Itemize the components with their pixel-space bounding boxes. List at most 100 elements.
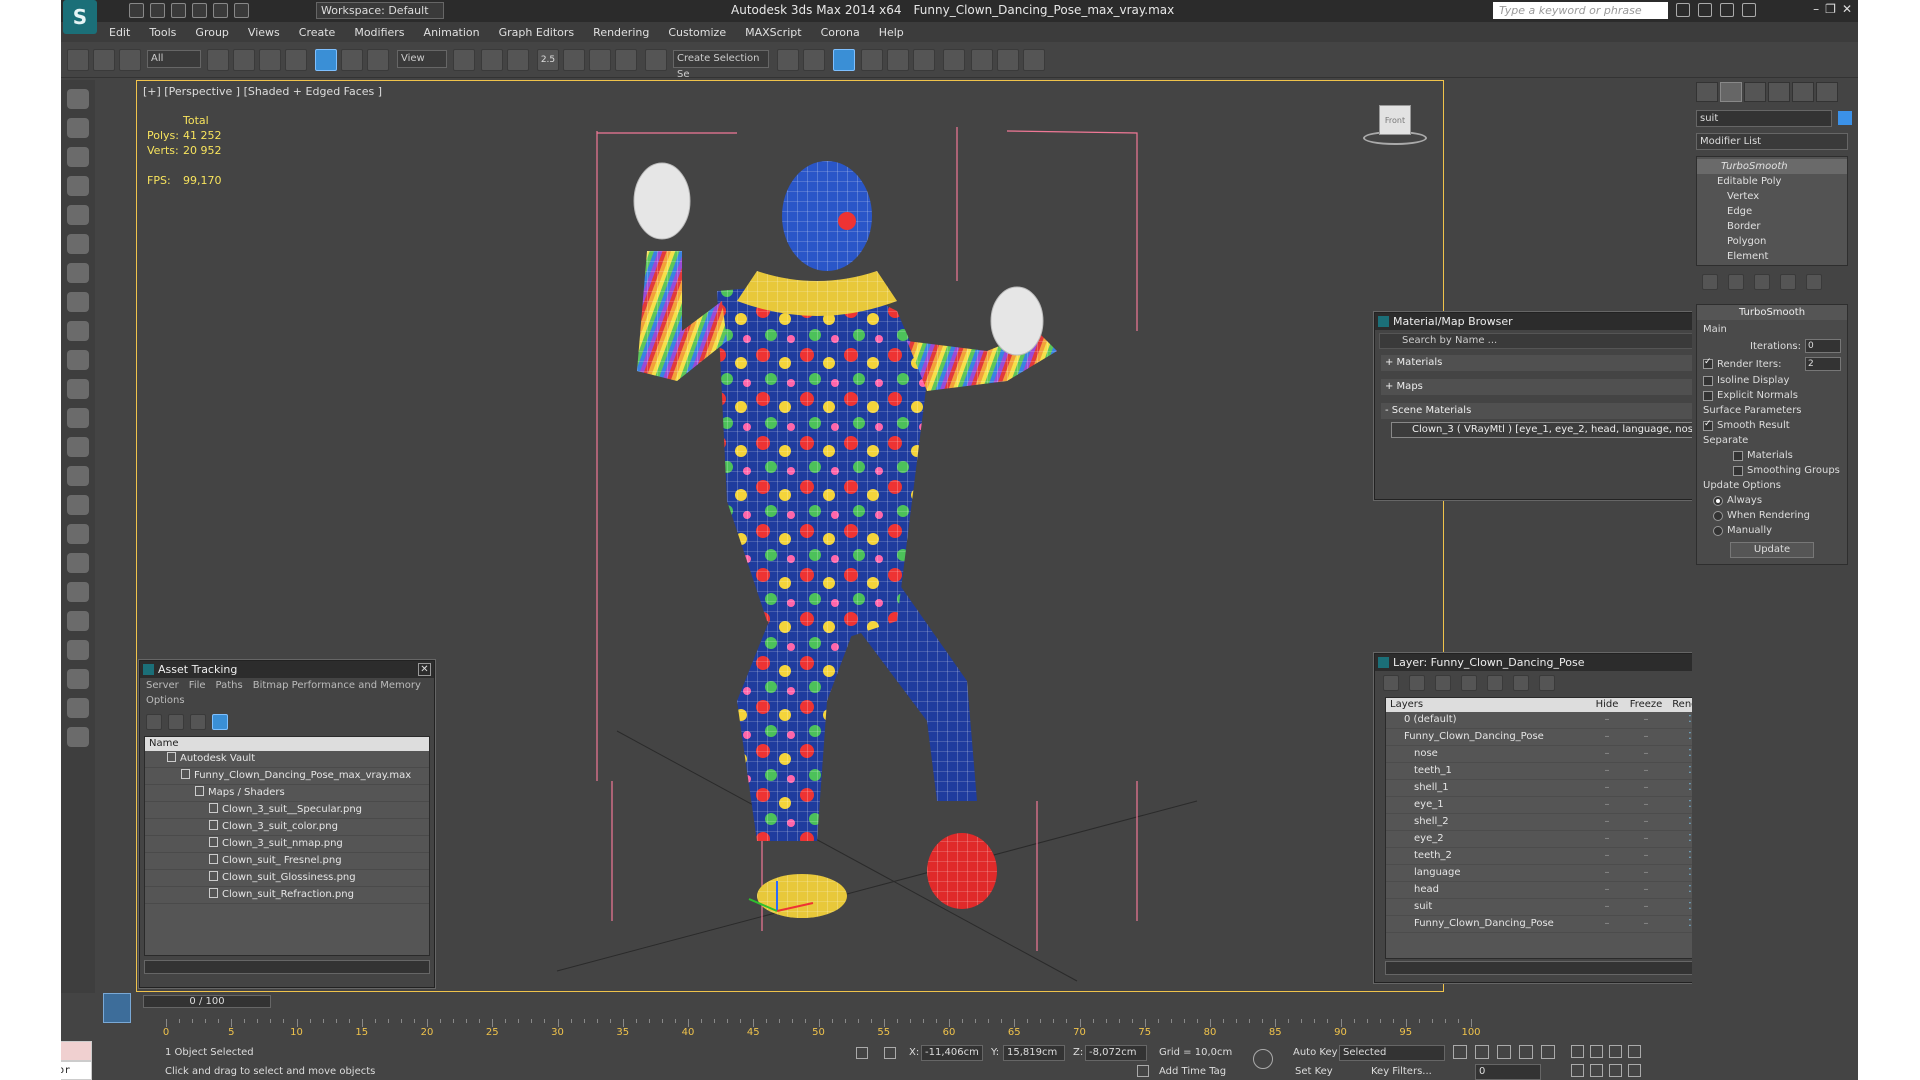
- iterations-spinner[interactable]: 0: [1805, 339, 1841, 353]
- named-selection-dropdown[interactable]: Create Selection Se: [673, 50, 769, 80]
- layer-hide-toggle[interactable]: –: [1589, 763, 1625, 779]
- stack-element[interactable]: Element: [1697, 249, 1847, 264]
- configure-sets-icon[interactable]: [1806, 274, 1822, 290]
- when-rendering-radio[interactable]: [1713, 510, 1723, 521]
- menu-rendering[interactable]: Rendering: [593, 26, 649, 39]
- star-icon[interactable]: [1720, 3, 1734, 17]
- select-and-move-icon[interactable]: [315, 49, 337, 71]
- edit-named-selection-icon[interactable]: [645, 49, 667, 71]
- hf-icon[interactable]: [67, 582, 89, 602]
- helper-icon[interactable]: [67, 263, 89, 283]
- zoom-extents-all-icon[interactable]: [1628, 1045, 1641, 1058]
- timeline-track[interactable]: 0 5 10 15 20 25 30 35 40 45 50 55 60 65 70 75 80 85 90 95 10…: [156, 1015, 1481, 1039]
- layer-hide-toggle[interactable]: –: [1589, 865, 1625, 881]
- asset-row[interactable]: Autodesk Vault: [145, 751, 429, 768]
- scatter-icon[interactable]: [67, 611, 89, 631]
- new-file-icon[interactable]: [129, 3, 144, 18]
- workspace-dropdown[interactable]: Workspace: Default: [316, 2, 444, 19]
- schematic-view-icon[interactable]: [913, 49, 935, 71]
- scene-material-item[interactable]: Clown_3 ( VRayMtl ) [eye_1, eye_2, head,…: [1391, 422, 1725, 438]
- select-by-name-icon[interactable]: [233, 49, 255, 71]
- hair-icon[interactable]: [67, 466, 89, 486]
- layer-hide-toggle[interactable]: –: [1589, 831, 1625, 847]
- minimize-icon[interactable]: –: [1813, 2, 1819, 16]
- object-color-swatch[interactable]: [1838, 111, 1852, 125]
- absolute-mode-icon[interactable]: [884, 1047, 896, 1059]
- camera-icon[interactable]: [67, 234, 89, 254]
- rect-selection-icon[interactable]: [259, 49, 281, 71]
- select-and-scale-icon[interactable]: [367, 49, 389, 71]
- y-coordinate-input[interactable]: 15,819cm: [1003, 1045, 1065, 1061]
- render-setup-icon[interactable]: [971, 49, 993, 71]
- update-button[interactable]: Update: [1730, 542, 1814, 558]
- selection-filter-dropdown[interactable]: All: [147, 50, 201, 68]
- freeze-all-icon[interactable]: [1539, 675, 1555, 691]
- angle-snap-icon[interactable]: [563, 49, 585, 71]
- maxscript-listener-output[interactable]: [61, 1041, 92, 1061]
- zoom-extents-icon[interactable]: [1609, 1045, 1622, 1058]
- motion-tab-icon[interactable]: [1768, 82, 1790, 102]
- lock-selection-icon[interactable]: [856, 1047, 868, 1059]
- orbit-icon[interactable]: [1609, 1064, 1622, 1077]
- select-layer-icon[interactable]: [1461, 675, 1477, 691]
- menu-animation[interactable]: Animation: [424, 26, 480, 39]
- layer-hide-toggle[interactable]: –: [1589, 848, 1625, 864]
- layer-freeze-toggle[interactable]: –: [1625, 763, 1667, 779]
- asset-row[interactable]: Maps / Shaders: [145, 785, 429, 802]
- layer-col-layers[interactable]: Layers: [1386, 698, 1589, 712]
- layer-freeze-toggle[interactable]: –: [1625, 729, 1667, 745]
- sun-icon[interactable]: [67, 408, 89, 428]
- modifier-list-dropdown[interactable]: Modifier List: [1696, 133, 1848, 150]
- isoline-checkbox[interactable]: [1703, 375, 1713, 386]
- menu-modifiers[interactable]: Modifiers: [354, 26, 404, 39]
- asset-menu-server[interactable]: Server: [146, 680, 179, 691]
- asset-col-name[interactable]: Name: [145, 737, 429, 751]
- hierarchy-tab-icon[interactable]: [1744, 82, 1766, 102]
- asset-menu-paths[interactable]: Paths: [216, 680, 243, 691]
- menu-tools[interactable]: Tools: [149, 26, 176, 39]
- layer-freeze-toggle[interactable]: –: [1625, 831, 1667, 847]
- help-icon[interactable]: [1742, 3, 1756, 17]
- time-tag-icon[interactable]: [1137, 1065, 1149, 1077]
- help-search-input[interactable]: Type a keyword or phrase: [1493, 2, 1668, 19]
- menu-group[interactable]: Group: [195, 26, 229, 39]
- layer-row[interactable]: head – – ⁚: [1386, 882, 1730, 899]
- rendered-frame-window-icon[interactable]: [997, 49, 1019, 71]
- layer-freeze-toggle[interactable]: –: [1625, 746, 1667, 762]
- layer-hide-toggle[interactable]: –: [1589, 797, 1625, 813]
- open-file-icon[interactable]: [150, 3, 165, 18]
- layer-hide-toggle[interactable]: –: [1589, 780, 1625, 796]
- asset-row[interactable]: Clown_3_suit_color.png: [145, 819, 429, 836]
- maxscript-listener-input[interactable]: Testing for: [61, 1061, 92, 1080]
- z-coordinate-input[interactable]: -8,072cm: [1085, 1045, 1147, 1061]
- pivot-center-icon[interactable]: [453, 49, 475, 71]
- checker-icon[interactable]: [67, 669, 89, 689]
- viewcube[interactable]: Front: [1355, 101, 1427, 145]
- menu-corona[interactable]: Corona: [821, 26, 860, 39]
- x-coordinate-input[interactable]: -11,406cm: [921, 1045, 983, 1061]
- menu-create[interactable]: Create: [299, 26, 336, 39]
- spinner-snap-icon[interactable]: [615, 49, 637, 71]
- go-to-start-icon[interactable]: [1453, 1045, 1467, 1059]
- binoculars-icon[interactable]: [1676, 3, 1690, 17]
- stack-vertex[interactable]: Vertex: [1697, 189, 1847, 204]
- layer-freeze-toggle[interactable]: –: [1625, 780, 1667, 796]
- undo-icon[interactable]: [192, 3, 207, 18]
- layer-hide-toggle[interactable]: –: [1589, 882, 1625, 898]
- layer-row[interactable]: language – – ⁚: [1386, 865, 1730, 882]
- layer-row[interactable]: nose – – ⁚: [1386, 746, 1730, 763]
- render-iters-spinner[interactable]: 2: [1805, 357, 1841, 371]
- render-icon[interactable]: [67, 118, 89, 138]
- scene-explorer-icon[interactable]: [67, 147, 89, 167]
- foliage-icon[interactable]: [67, 553, 89, 573]
- key-selection-dropdown[interactable]: Selected: [1339, 1045, 1445, 1061]
- stack-polygon[interactable]: Polygon: [1697, 234, 1847, 249]
- close-icon[interactable]: ✕: [418, 663, 431, 676]
- stack-editable-poly[interactable]: Editable Poly: [1697, 174, 1847, 189]
- play-icon[interactable]: [1497, 1045, 1511, 1059]
- question-icon[interactable]: [67, 727, 89, 747]
- asset-horizontal-scrollbar[interactable]: [144, 960, 430, 974]
- mini-listener-icon[interactable]: [103, 993, 131, 1023]
- auto-key-button[interactable]: Auto Key: [1293, 1045, 1338, 1061]
- add-to-layer-icon[interactable]: [1435, 675, 1451, 691]
